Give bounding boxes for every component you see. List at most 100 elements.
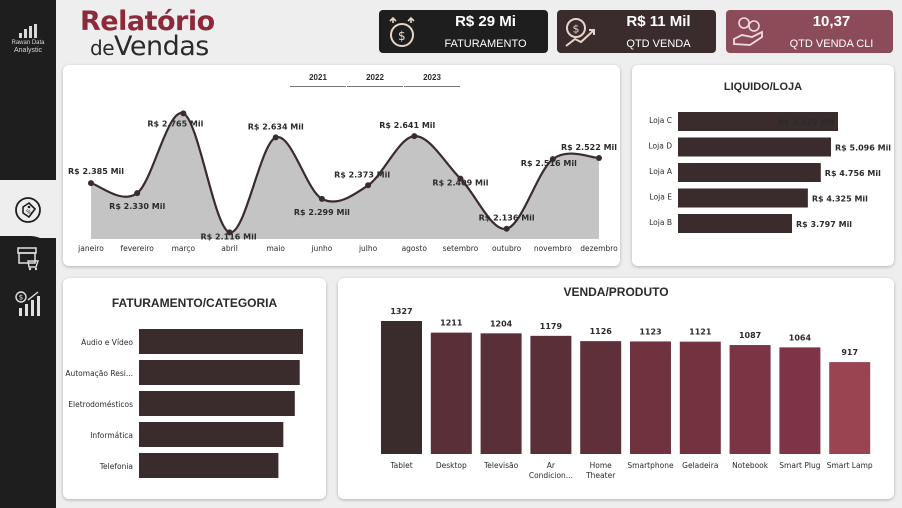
data-point — [88, 180, 94, 187]
svg-text:%: % — [26, 209, 32, 216]
kpi-qtd-venda-cli: 10,37 QTD VENDA CLI — [726, 10, 893, 53]
x-tick-label: Desktop — [436, 461, 467, 470]
bar — [139, 391, 295, 416]
bar — [381, 321, 422, 454]
x-tick-label: março — [172, 244, 196, 253]
bar — [530, 335, 572, 454]
bar — [678, 188, 808, 208]
x-tick-label: Smart Lamp — [827, 461, 873, 470]
data-label: R$ 2.116 Mil — [201, 232, 257, 241]
money-bag-icon: $ — [389, 16, 415, 47]
data-label: R$ 2.385 Mil — [68, 167, 124, 176]
kpi-faturamento: $ R$ 29 Mi FATURAMENTO — [379, 10, 548, 53]
brand-logo: Rawan Data Analystic — [6, 24, 50, 55]
x-tick-label: abril — [221, 244, 238, 253]
sidebar-notch-top — [0, 156, 56, 182]
x-tick-label: maio — [266, 244, 285, 253]
liquido-loja-chart: Loja C R$ 5.329 Mil Loja D R$ 5.096 Mil Loja… — [649, 112, 891, 233]
data-label: 1123 — [639, 327, 661, 336]
bar — [779, 347, 821, 454]
data-point — [180, 110, 187, 117]
bar — [678, 214, 793, 233]
hand-coins-icon — [733, 17, 763, 46]
x-tick-label: dezembro — [580, 244, 618, 253]
x-tick-label: Condicion... — [529, 471, 573, 480]
money-growth-icon[interactable]: $ — [12, 288, 44, 320]
data-label: 1327 — [390, 307, 412, 316]
data-label: R$ 4.756 Mil — [825, 169, 881, 178]
data-label: 1064 — [789, 333, 812, 342]
monthly-area-chart: janeiro fevereiro março abril maio junho julho… — [68, 110, 618, 253]
bar — [139, 360, 300, 385]
x-tick-label: Tablet — [389, 461, 412, 470]
svg-text:$: $ — [573, 23, 580, 36]
y-tick-label: Telefonia — [99, 462, 133, 471]
data-label: 1126 — [590, 327, 613, 336]
title-line2: deVendas — [90, 33, 215, 60]
x-tick-label: junho — [310, 244, 332, 253]
data-label: R$ 2.409 Mil — [432, 179, 488, 188]
y-tick-label: Áudio e Vídeo — [81, 338, 133, 347]
bar-chart-logo-icon — [6, 24, 50, 38]
svg-text:$: $ — [398, 29, 406, 43]
store-cart-icon[interactable] — [12, 242, 44, 274]
kpi-qtd-venda: $ R$ 11 Mil QTD VENDA — [557, 10, 716, 53]
faturamento-categoria-chart: Áudio e Vídeo Automação Resi... Eletrodomé… — [65, 329, 303, 478]
kpi-qtd-venda-value: R$ 11 Mil — [626, 13, 691, 30]
y-tick-label: Loja E — [650, 193, 673, 202]
data-point — [365, 182, 372, 189]
bar — [480, 333, 522, 454]
data-label: R$ 2.516 Mil — [521, 159, 577, 168]
x-tick-label: Geladeira — [682, 461, 718, 470]
x-tick-label: novembro — [534, 244, 572, 253]
page-title: Relatório deVendas — [80, 8, 215, 60]
x-tick-label: Smartphone — [627, 461, 674, 470]
logo-text-line1: Rawan Data — [11, 40, 45, 46]
data-label: 1204 — [490, 319, 513, 328]
x-tick-label: janeiro — [77, 244, 104, 253]
bar — [139, 329, 303, 354]
sidebar: Rawan Data Analystic % $ — [0, 0, 56, 508]
y-tick-label: Automação Resi... — [65, 369, 133, 378]
x-tick-label: outubro — [492, 244, 522, 253]
bar — [139, 422, 284, 447]
x-tick-label: Smart Plug — [779, 461, 820, 470]
data-point — [411, 133, 418, 140]
venda-produto-chart: 1327 Tablet 1211 Desktop 1204 Televisão 1179 Ar… — [381, 307, 873, 480]
data-label: 1087 — [739, 331, 761, 340]
data-point — [596, 154, 602, 161]
kpi-qtd-venda-label: QTD VENDA — [626, 38, 691, 50]
data-label: 1121 — [689, 328, 712, 337]
data-label: R$ 2.765 Mil — [147, 119, 203, 128]
data-label: R$ 4.325 Mil — [812, 195, 868, 204]
y-tick-label: Informática — [90, 431, 133, 440]
y-tick-label: Eletrodomésticos — [68, 400, 133, 409]
data-label: R$ 2.522 Mil — [561, 143, 617, 152]
kpi-qtd-venda-cli-label: QTD VENDA CLI — [789, 38, 874, 50]
data-label: 917 — [841, 348, 858, 357]
svg-text:$: $ — [19, 294, 23, 302]
bar — [678, 137, 832, 157]
venda-produto-panel: VENDA/PRODUTO 1327 Tablet 1211 Desktop 1204 T… — [338, 278, 894, 499]
y-tick-label: Loja B — [649, 218, 672, 227]
x-tick-label: setembro — [443, 244, 479, 253]
x-tick-label: fevereiro — [120, 244, 154, 253]
logo-text-line2: Analystic — [13, 47, 42, 54]
bar — [678, 163, 821, 182]
bar — [580, 341, 622, 454]
bar — [630, 341, 671, 454]
x-tick-label: julho — [358, 244, 378, 253]
title-prefix: de — [90, 36, 115, 60]
data-label: R$ 2.330 Mil — [109, 202, 165, 211]
x-tick-label: Theater — [585, 471, 616, 480]
liquido-loja-panel: LIQUIDO/LOJA Loja C R$ 5.329 Mil Loja D R$ … — [632, 65, 894, 266]
sales-tag-icon[interactable]: % — [12, 194, 44, 226]
data-point — [318, 195, 325, 202]
data-label: 1179 — [540, 322, 563, 331]
kpi-faturamento-label: FATURAMENTO — [444, 38, 527, 50]
data-point — [134, 190, 141, 197]
bar — [139, 453, 279, 478]
bar — [679, 341, 721, 454]
coin-growth-icon: $ — [565, 18, 595, 47]
bar — [430, 332, 472, 454]
